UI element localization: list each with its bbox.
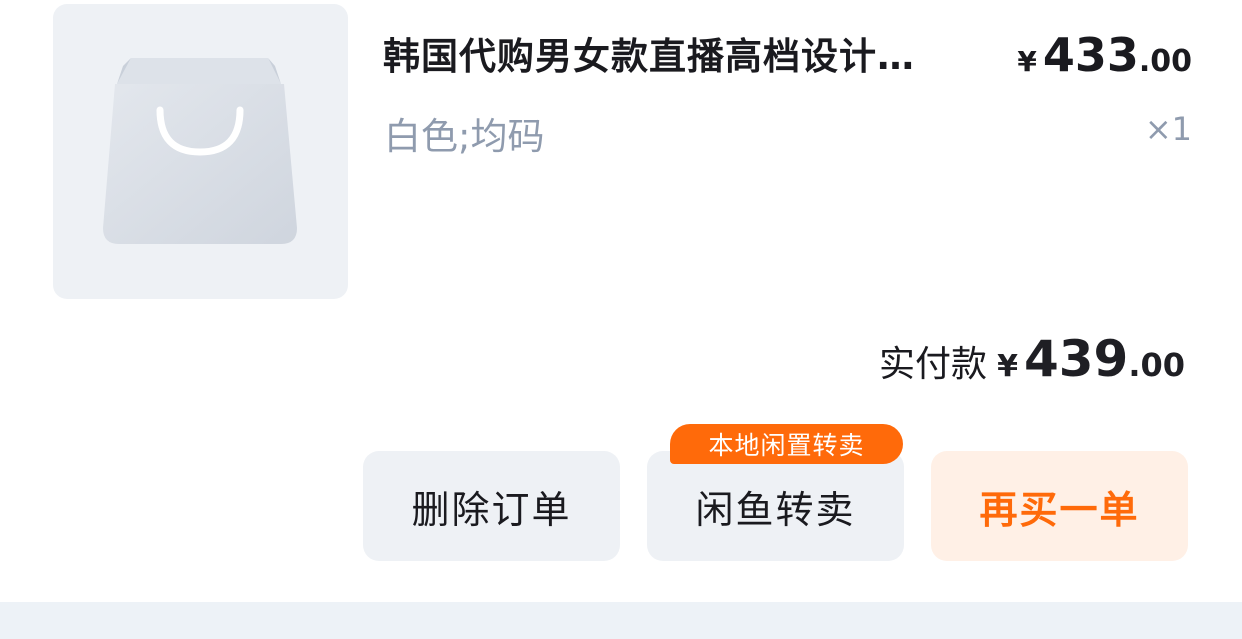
product-thumbnail[interactable] (53, 4, 348, 299)
section-divider (0, 602, 1242, 639)
product-title[interactable]: 韩国代购男女款直播高档设计… (383, 26, 915, 80)
shopping-bag-icon (103, 58, 297, 244)
unit-price: ¥ 433 .00 (1017, 28, 1192, 82)
xianyu-resell-button[interactable]: 闲鱼转卖 (647, 451, 904, 561)
total-currency: ¥ (997, 349, 1018, 384)
product-sku: 白色;均码 (384, 115, 545, 158)
total-paid: 实付款 ¥ 439 .00 (879, 330, 1185, 388)
buy-again-button[interactable]: 再买一单 (931, 451, 1188, 561)
delete-order-button[interactable]: 删除订单 (363, 451, 620, 561)
total-integer: 439 (1023, 330, 1129, 388)
total-label: 实付款 (879, 344, 988, 385)
price-currency: ¥ (1017, 45, 1037, 78)
order-item-card: 韩国代购男女款直播高档设计… ¥ 433 .00 白色;均码 ×1 实付款 ¥ … (0, 0, 1242, 602)
total-decimal: .00 (1128, 346, 1185, 384)
local-resell-badge: 本地闲置转卖 (670, 424, 903, 464)
price-integer: 433 (1042, 28, 1139, 82)
product-quantity: ×1 (1144, 110, 1192, 148)
price-decimal: .00 (1138, 44, 1192, 79)
